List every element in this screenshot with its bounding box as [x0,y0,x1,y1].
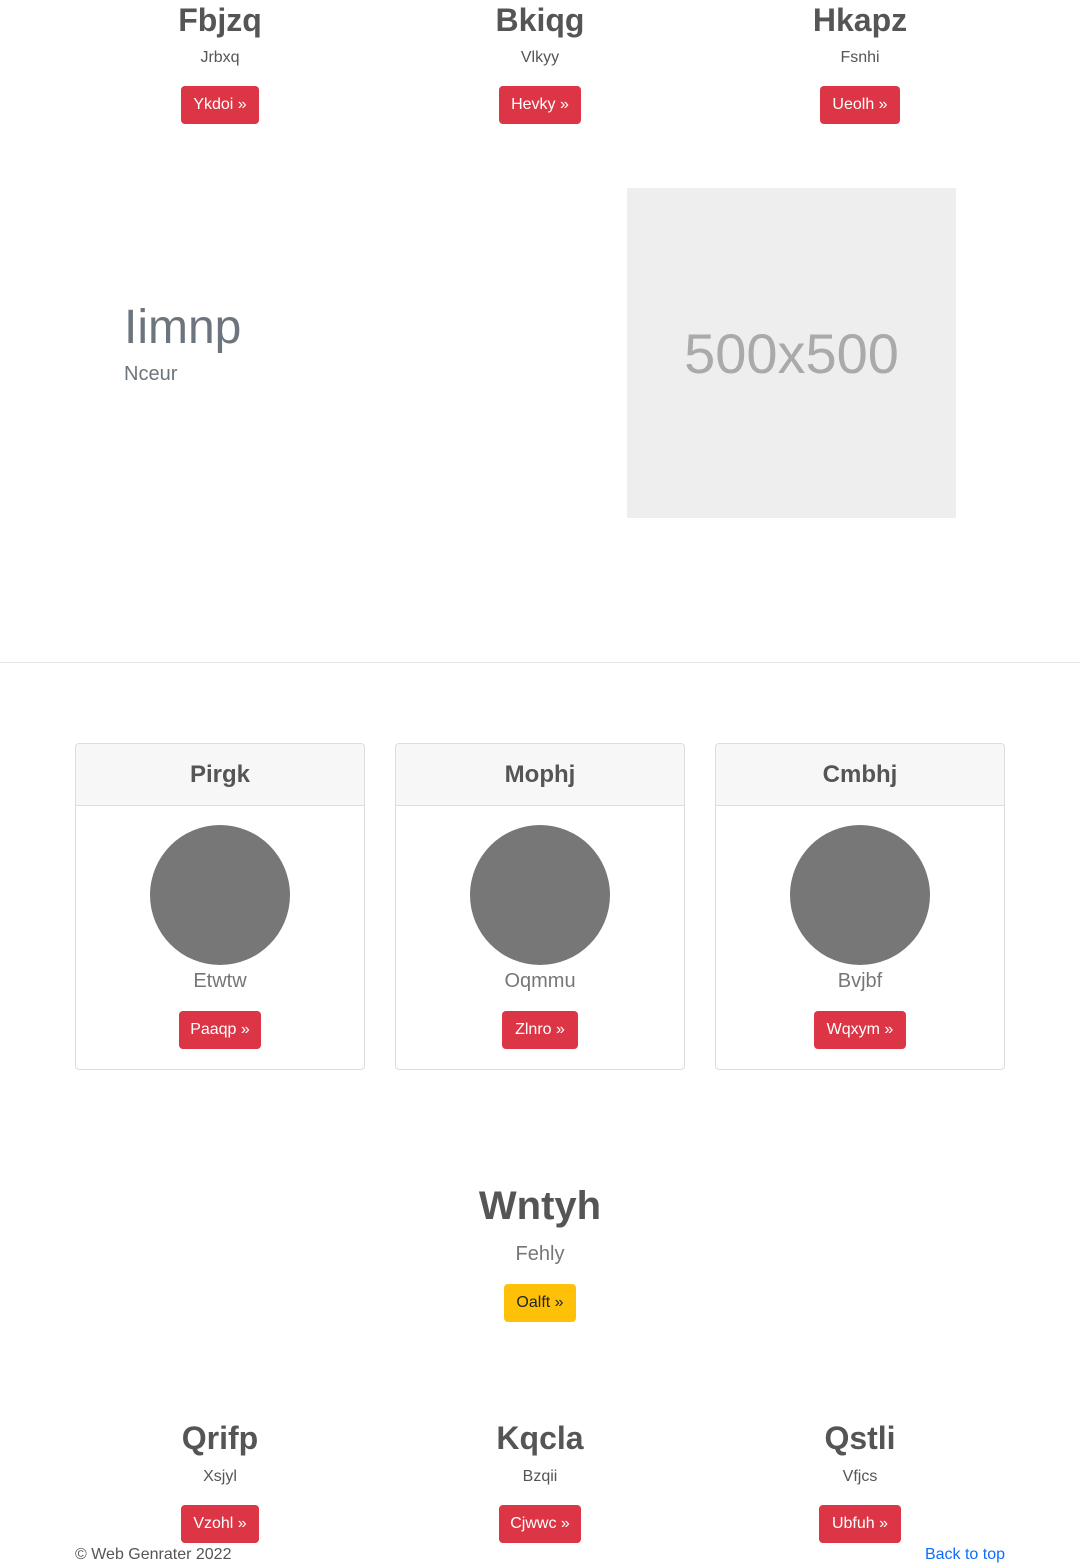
back-to-top-link[interactable]: Back to top [925,1546,1005,1564]
card: Pirgk Etwtw Paaqp » [75,743,365,1070]
card-text: Oqmmu [504,970,576,992]
card-text: Bvjbf [837,970,883,992]
card-header: Mophj [396,744,684,806]
card-button[interactable]: Wqxym » [814,1011,906,1049]
hero-subtitle: Fehly [515,1243,565,1265]
column-title: Fbjzq [178,2,262,38]
card-header: Pirgk [76,744,364,806]
column-button[interactable]: Ubfuh » [819,1505,901,1543]
placeholder-image: 500x500 [627,188,956,518]
hero-title: Wntyh [478,1184,602,1228]
column-subtitle: Fsnhi [840,49,880,66]
avatar [150,825,290,965]
column-title: Qrifp [181,1420,259,1456]
section-divider [0,662,1080,663]
card: Cmbhj Bvjbf Wqxym » [715,743,1005,1070]
column-button[interactable]: Ykdoi » [181,86,259,124]
copyright-text: © Web Genrater 2022 [75,1546,232,1563]
hero-button[interactable]: Oalft » [504,1284,576,1322]
column-subtitle: Bzqii [522,1468,558,1485]
column-subtitle: Vlkyy [520,49,560,66]
card-button[interactable]: Zlnro » [502,1011,578,1049]
column-title: Qstli [824,1420,896,1456]
placeholder-label: 500x500 [684,321,899,385]
feature-subtitle: Nceur [124,363,178,385]
column-title: Bkiqg [495,2,585,38]
column-button[interactable]: Vzohl » [181,1505,259,1543]
card: Mophj Oqmmu Zlnro » [395,743,685,1070]
column-subtitle: Vfjcs [842,1468,878,1485]
avatar [790,825,930,965]
card-button[interactable]: Paaqp » [179,1011,261,1049]
column-button[interactable]: Hevky » [499,86,581,124]
column-button[interactable]: Ueolh » [820,86,900,124]
avatar [470,825,610,965]
column-title: Hkapz [812,2,908,38]
column-subtitle: Jrbxq [200,49,240,66]
card-header: Cmbhj [716,744,1004,806]
column-button[interactable]: Cjwwc » [499,1505,581,1543]
column-title: Kqcla [496,1420,584,1456]
card-text: Etwtw [193,970,247,992]
feature-title: Iimnp [124,301,242,354]
column-subtitle: Xsjyl [203,1468,237,1485]
